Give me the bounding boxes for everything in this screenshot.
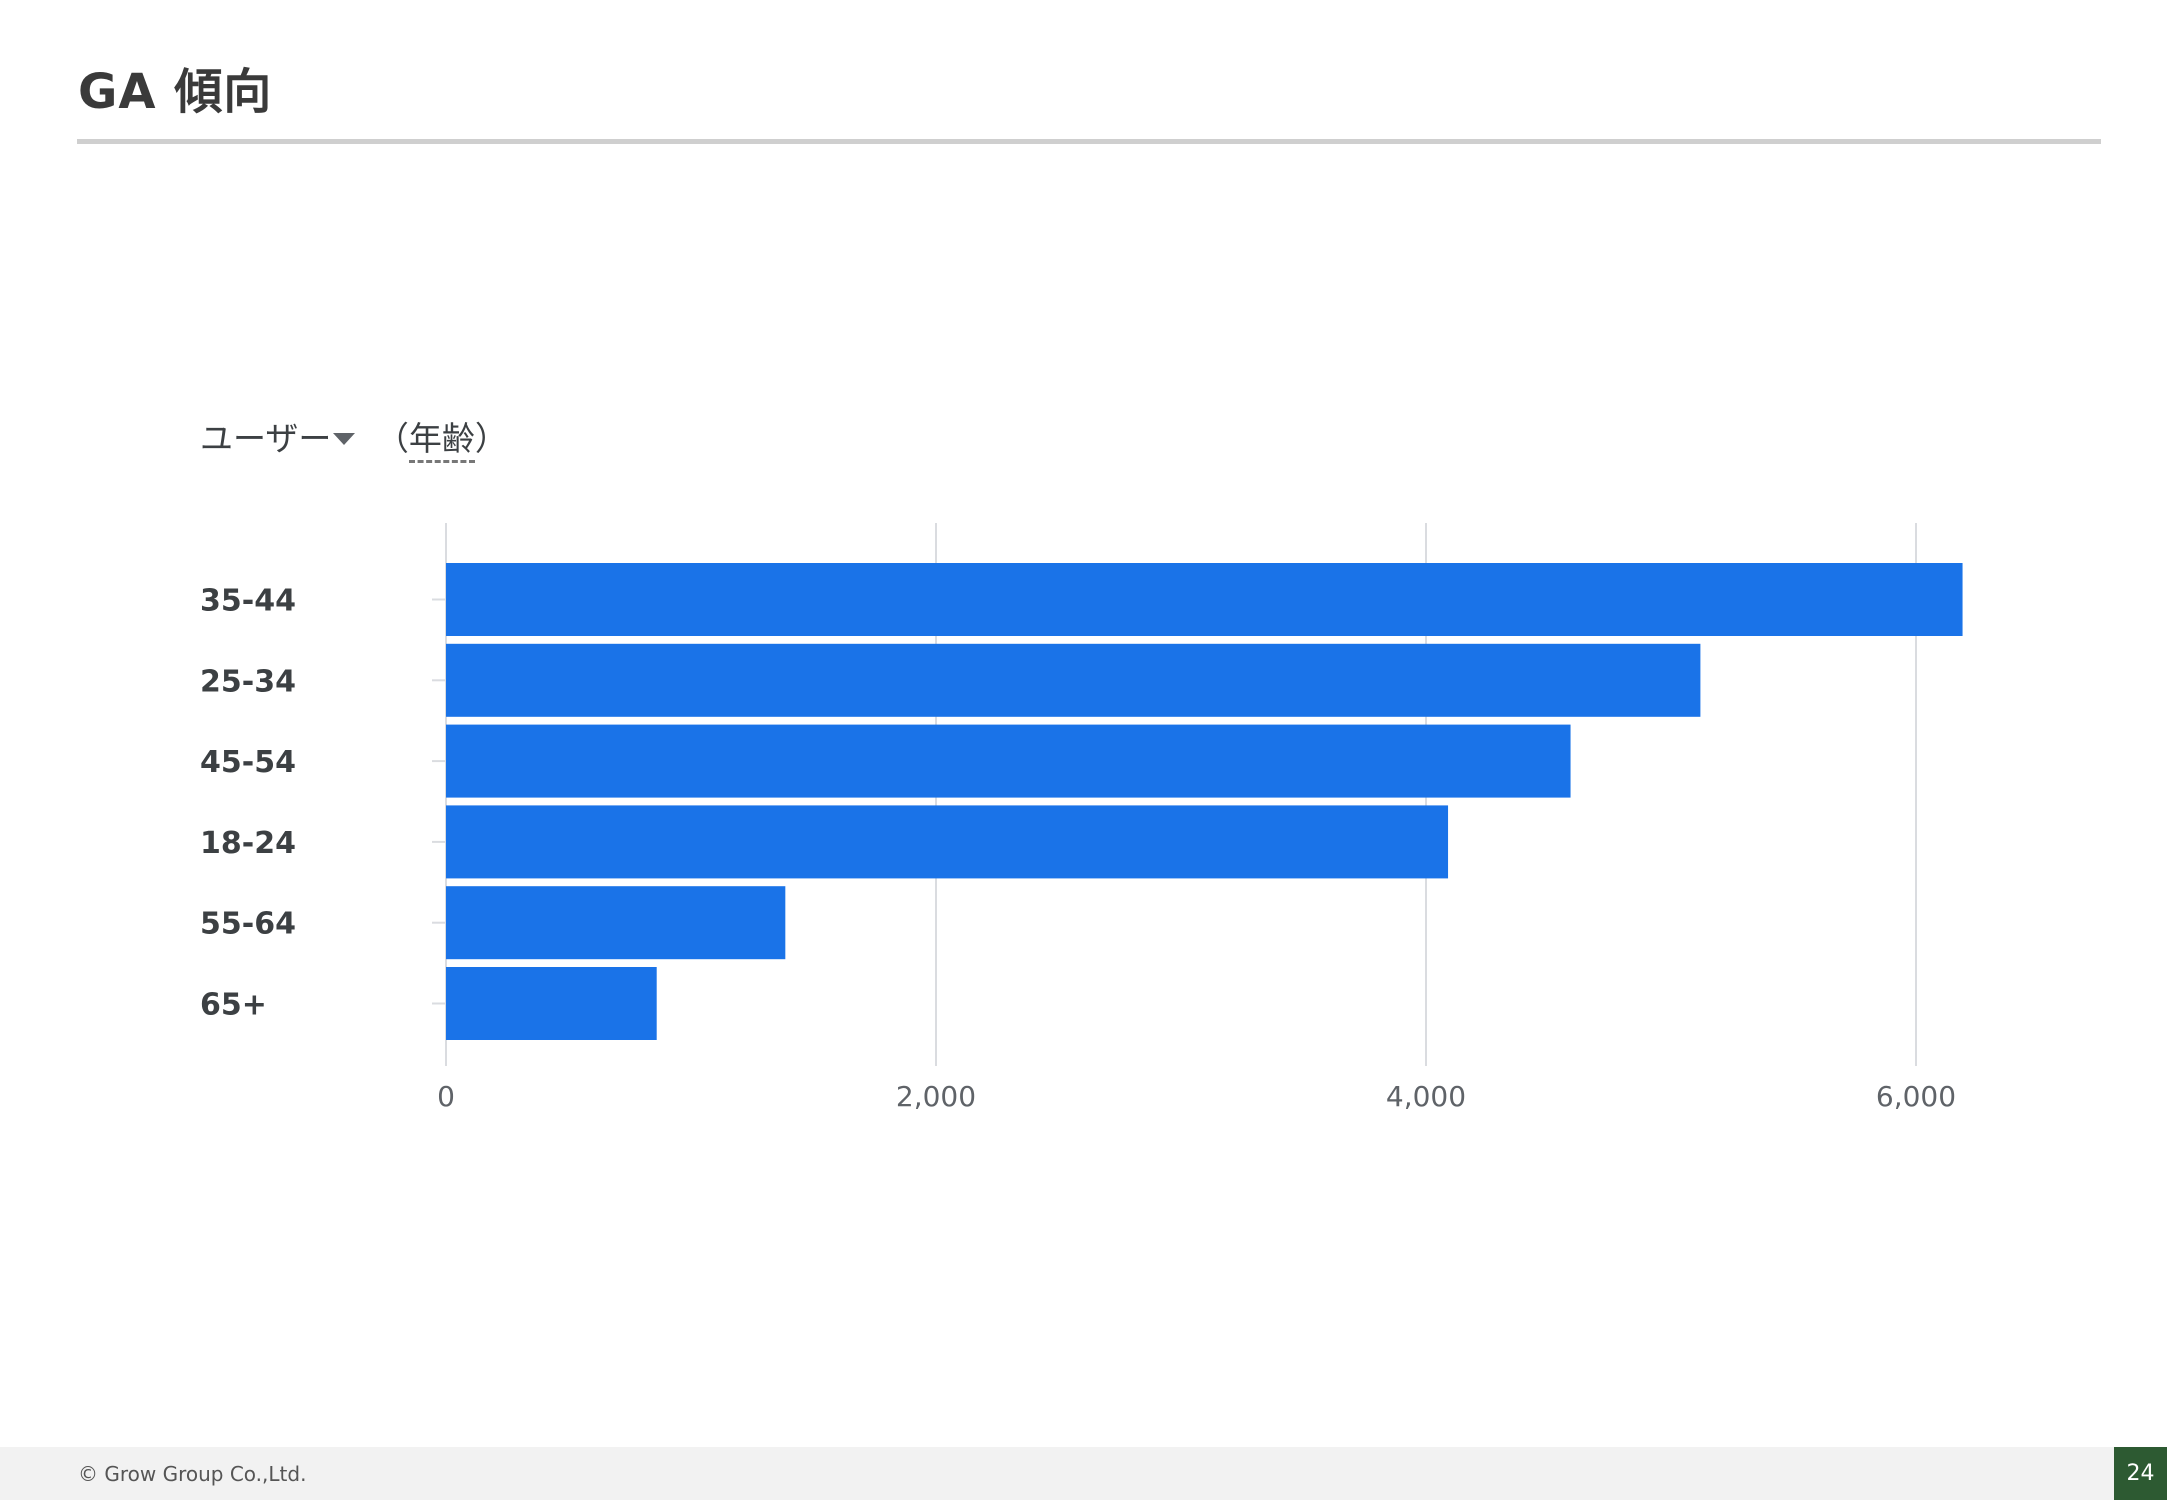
category-label: 35-44	[200, 584, 296, 619]
category-tick-marks	[432, 598, 446, 1005]
category-label: 65+	[200, 988, 267, 1023]
bars	[446, 563, 1963, 1040]
x-tick-label: 4,000	[1386, 1080, 1466, 1113]
category-label: 45-54	[200, 745, 296, 780]
x-tick-label: 6,000	[1876, 1080, 1956, 1113]
footer-bar	[0, 1447, 2167, 1500]
bar[interactable]	[446, 886, 786, 960]
category-label: 25-34	[200, 664, 296, 699]
copyright-text: © Grow Group Co.,Ltd.	[78, 1462, 307, 1486]
x-tick-label: 2,000	[896, 1080, 976, 1113]
x-tick-label: 0	[437, 1080, 455, 1113]
bar[interactable]	[446, 724, 1571, 798]
bar[interactable]	[446, 563, 1963, 636]
page-number: 24	[2114, 1447, 2167, 1500]
bar[interactable]	[446, 967, 657, 1040]
category-label: 18-24	[200, 826, 296, 861]
x-axis-tick-labels: 0 2,000 4,000 6,000	[437, 1080, 1956, 1113]
bar[interactable]	[446, 805, 1449, 879]
bar[interactable]	[446, 643, 1701, 717]
category-labels: 35-44 25-34 45-54 18-24 55-64 65+	[200, 584, 296, 1023]
category-label: 55-64	[200, 907, 296, 942]
bar-chart: 35-44 25-34 45-54 18-24 55-64 65+ 0 2,000 4,000…	[200, 523, 1963, 1113]
